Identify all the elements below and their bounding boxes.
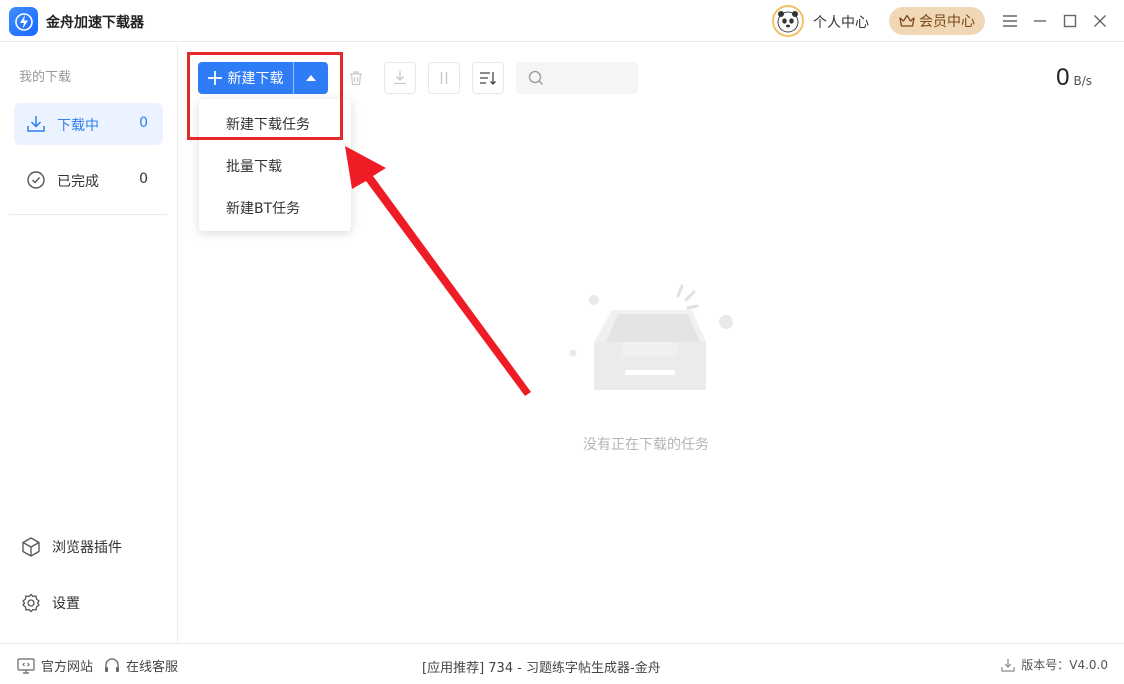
download-speed: 0 B/s: [1056, 64, 1092, 92]
sort-button[interactable]: [472, 62, 504, 94]
menu-button[interactable]: [999, 10, 1021, 32]
online-support-label: 在线客服: [126, 660, 179, 675]
official-website-label: 官方网站: [41, 660, 94, 675]
download-icon: [394, 71, 406, 85]
sidebar-item-browser-plugin[interactable]: 浏览器插件: [20, 535, 122, 559]
sidebar: 我的下载 下载中 0 已完成 0 浏览器插件 设置: [0, 43, 178, 643]
close-icon: [1094, 15, 1106, 27]
sidebar-section-title: 我的下载: [19, 70, 72, 85]
speed-value: 0: [1056, 64, 1070, 91]
profile-center-link[interactable]: 个人中心: [813, 12, 869, 32]
sidebar-item-label: 下载中: [57, 118, 99, 134]
panda-icon: [777, 11, 799, 33]
app-logo-icon: [9, 7, 38, 36]
sidebar-item-label: 设置: [52, 596, 80, 612]
close-button[interactable]: [1089, 10, 1111, 32]
minimize-icon: [1034, 20, 1046, 22]
pause-button[interactable]: [428, 62, 460, 94]
app-recommendation-link[interactable]: [应用推荐] 734 - 习题练字帖生成器-金舟: [422, 657, 661, 676]
start-button[interactable]: [384, 62, 416, 94]
avatar[interactable]: [772, 5, 804, 37]
maximize-button[interactable]: [1059, 10, 1081, 32]
hamburger-icon: [1003, 15, 1017, 27]
trash-icon: [350, 71, 362, 86]
status-bar: 官方网站 在线客服 [应用推荐] 734 - 习题练字帖生成器-金舟 版本号：V…: [0, 643, 1124, 684]
official-website-link[interactable]: 官方网站: [17, 656, 93, 675]
empty-state-message: 没有正在下载的任务: [583, 437, 709, 453]
version-label: 版本号：V4.0.0: [1021, 658, 1108, 672]
sidebar-item-downloading[interactable]: 下载中 0: [14, 103, 163, 145]
sidebar-item-settings[interactable]: 设置: [20, 591, 80, 615]
headset-icon: [105, 657, 119, 672]
app-title: 金舟加速下载器: [46, 15, 144, 31]
version-info[interactable]: 版本号：V4.0.0: [1001, 656, 1108, 673]
annotation-highlight-box: [187, 52, 343, 140]
vip-center-button[interactable]: 会员中心: [889, 7, 985, 35]
empty-inbox-icon: [569, 284, 733, 390]
online-support-link[interactable]: 在线客服: [104, 656, 178, 675]
sort-icon: [480, 72, 496, 85]
search-input[interactable]: [550, 70, 630, 86]
menu-item-batch-download[interactable]: 批量下载: [226, 156, 282, 176]
maximize-icon: [1063, 14, 1077, 28]
menu-item-new-bt-task[interactable]: 新建BT任务: [226, 198, 300, 218]
cube-icon: [22, 537, 40, 557]
sidebar-item-label: 浏览器插件: [52, 540, 122, 556]
sidebar-item-count: 0: [139, 115, 148, 131]
vip-center-label: 会员中心: [919, 14, 975, 30]
check-circle-icon: [27, 171, 45, 189]
search-icon: [528, 70, 543, 85]
search-box[interactable]: [516, 62, 638, 94]
minimize-button[interactable]: [1029, 10, 1051, 32]
sidebar-item-completed[interactable]: 已完成 0: [14, 159, 163, 201]
download-icon: [1001, 658, 1015, 672]
monitor-icon: [17, 657, 35, 674]
sidebar-item-label: 已完成: [57, 174, 99, 190]
download-icon: [27, 116, 45, 132]
sidebar-item-count: 0: [139, 171, 148, 187]
speed-unit: B/s: [1073, 74, 1092, 88]
delete-button[interactable]: [340, 62, 372, 94]
sidebar-divider: [9, 214, 167, 215]
pause-icon: [440, 72, 448, 84]
gear-icon: [22, 593, 40, 613]
crown-icon: [899, 14, 915, 27]
title-bar: 金舟加速下载器 个人中心 会员中心: [0, 0, 1124, 42]
